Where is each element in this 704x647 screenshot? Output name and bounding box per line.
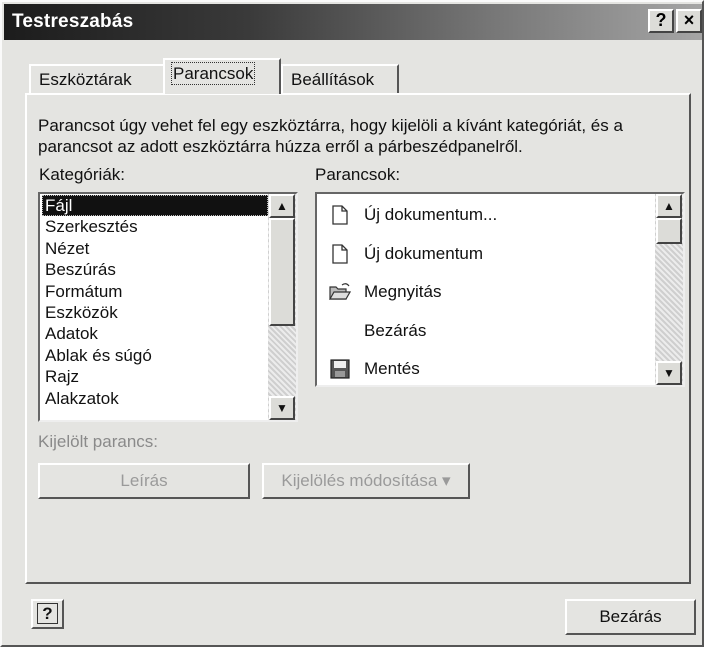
close-button-label: Bezárás — [599, 607, 662, 626]
tab-settings[interactable]: Beállítások — [281, 64, 399, 94]
customize-dialog: Testreszabás ? × Eszköztárak Parancsok B… — [0, 0, 704, 647]
tab-toolbars[interactable]: Eszköztárak — [29, 64, 165, 94]
question-mark-icon: ? — [655, 10, 667, 30]
question-mark-icon: ? — [37, 603, 58, 624]
close-button[interactable]: Bezárás — [565, 599, 696, 635]
title-close-button[interactable]: × — [676, 9, 702, 33]
help-button[interactable]: ? — [31, 599, 64, 629]
title-help-button[interactable]: ? — [648, 9, 674, 33]
tab-settings-label: Beállítások — [291, 70, 375, 89]
tab-commands-label: Parancsok — [170, 62, 256, 85]
title-bar[interactable]: Testreszabás ? × — [4, 4, 702, 40]
tab-commands[interactable]: Parancsok — [163, 58, 281, 94]
tab-panel — [25, 93, 691, 584]
tab-toolbars-label: Eszköztárak — [39, 70, 132, 89]
window-title: Testreszabás — [12, 11, 134, 32]
close-icon: × — [683, 10, 695, 30]
